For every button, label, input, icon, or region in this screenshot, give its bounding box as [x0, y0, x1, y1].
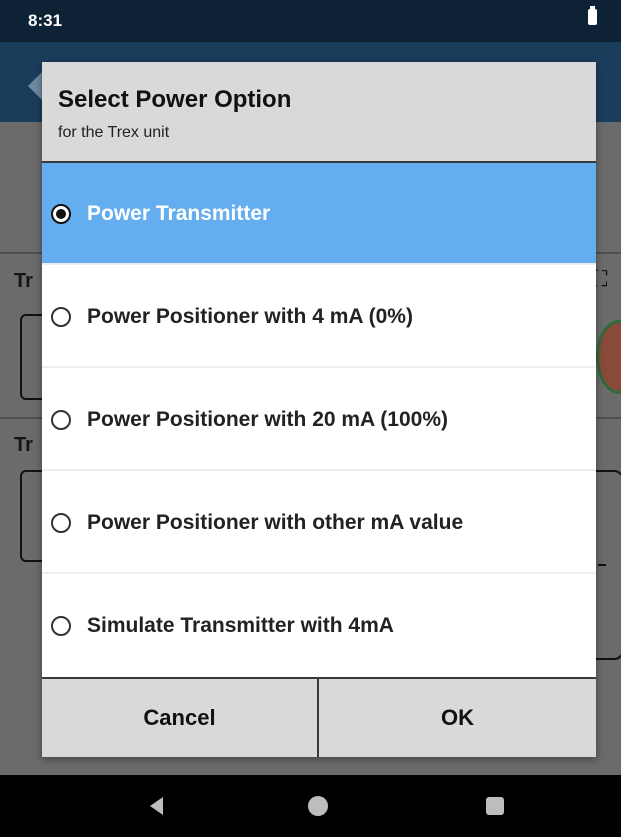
- status-bar: 8:31: [0, 0, 621, 42]
- radio-unselected-icon[interactable]: [51, 410, 71, 430]
- battery-icon: [588, 6, 597, 25]
- dialog-subtitle: for the Trex unit: [58, 124, 170, 141]
- recent-apps-icon[interactable]: [486, 797, 504, 815]
- cancel-button[interactable]: Cancel: [42, 679, 319, 757]
- divider: [598, 564, 606, 566]
- app-back-icon: [28, 72, 42, 100]
- ok-button[interactable]: OK: [319, 679, 596, 757]
- background-section-label: Tr: [14, 270, 33, 292]
- dialog-header: Select Power Option for the Trex unit: [42, 62, 596, 163]
- option-power-positioner-4ma[interactable]: Power Positioner with 4 mA (0%): [42, 265, 596, 368]
- radio-selected-icon[interactable]: [51, 204, 71, 224]
- status-time: 8:31: [28, 11, 63, 30]
- radio-unselected-icon[interactable]: [51, 616, 71, 636]
- gauge-icon: [596, 320, 621, 394]
- option-simulate-transmitter[interactable]: Simulate Transmitter with 4mA: [42, 574, 596, 677]
- navigation-bar: [0, 775, 621, 837]
- option-power-positioner-other[interactable]: Power Positioner with other mA value: [42, 471, 596, 574]
- radio-unselected-icon[interactable]: [51, 513, 71, 533]
- option-label: Simulate Transmitter with 4mA: [87, 614, 394, 637]
- option-label: Power Transmitter: [87, 202, 271, 225]
- dialog-title: Select Power Option: [58, 86, 292, 113]
- option-label: Power Positioner with 20 mA (100%): [87, 408, 448, 431]
- option-power-positioner-20ma[interactable]: Power Positioner with 20 mA (100%): [42, 368, 596, 471]
- background-section-label: Tr: [14, 434, 33, 456]
- radio-unselected-icon[interactable]: [51, 307, 71, 327]
- power-option-dialog: Select Power Option for the Trex unit Po…: [42, 62, 596, 757]
- back-icon[interactable]: [150, 797, 163, 815]
- option-label: Power Positioner with 4 mA (0%): [87, 305, 413, 328]
- home-icon[interactable]: [308, 796, 328, 816]
- option-power-transmitter[interactable]: Power Transmitter: [42, 163, 596, 265]
- dialog-button-bar: Cancel OK: [42, 677, 596, 757]
- option-label: Power Positioner with other mA value: [87, 511, 464, 534]
